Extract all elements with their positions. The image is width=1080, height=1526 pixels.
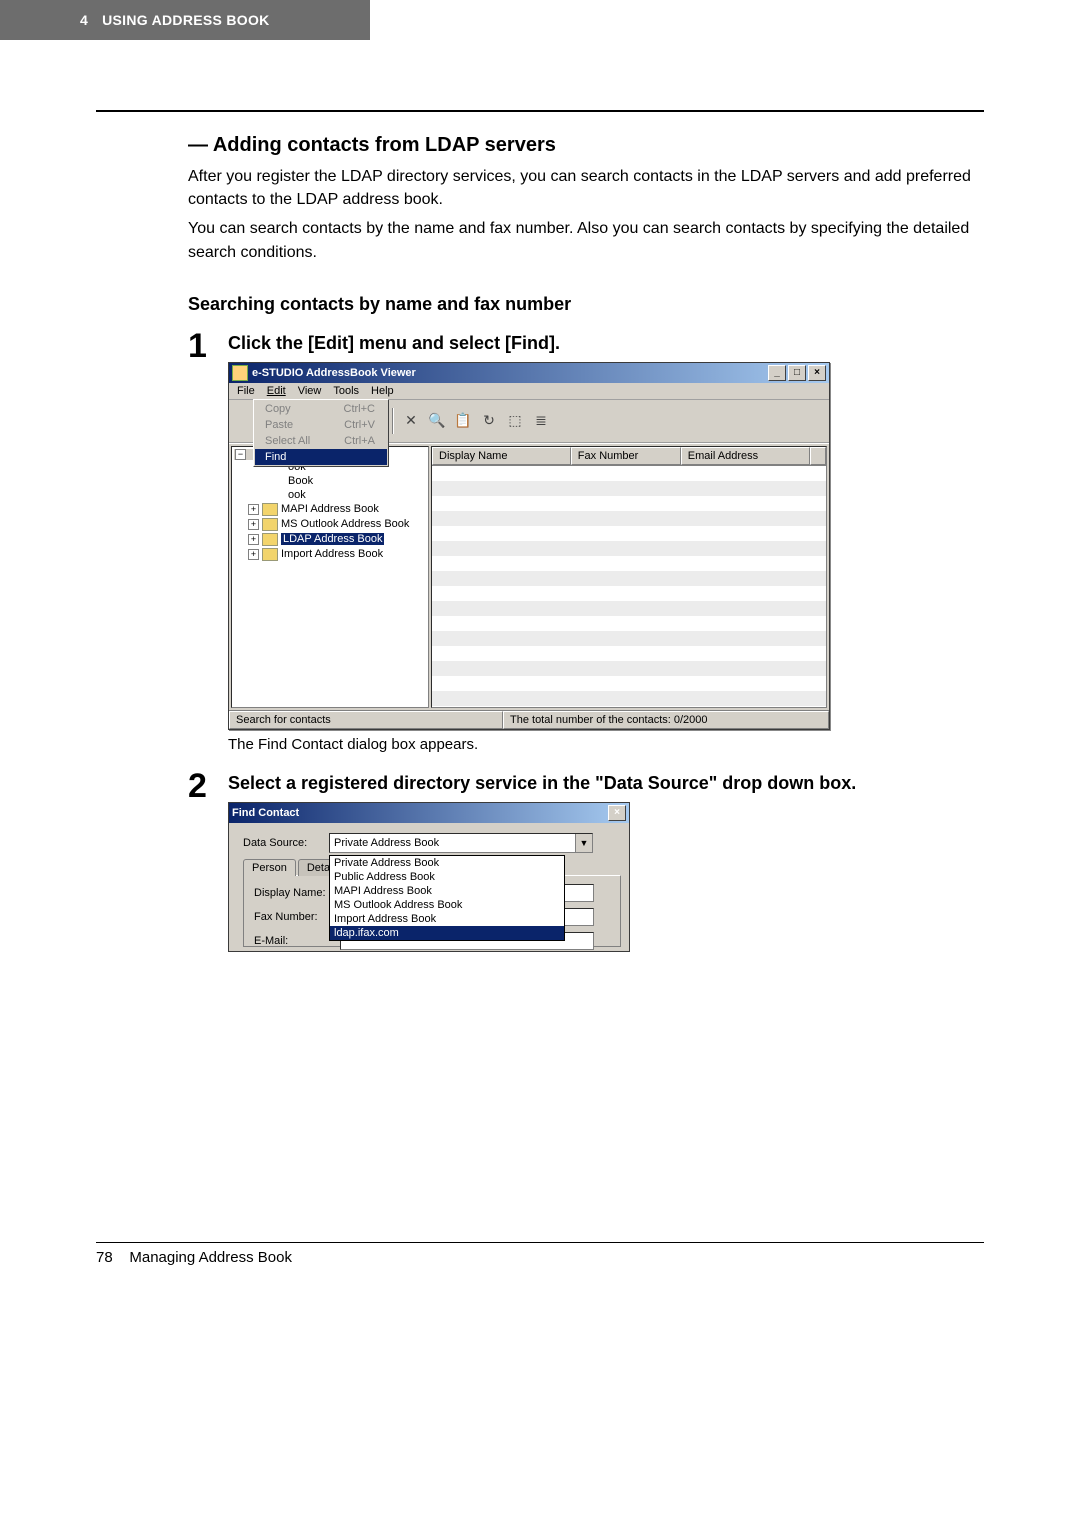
display-name-label: Display Name:	[254, 887, 340, 899]
addressbook-viewer-window: e-STUDIO AddressBook Viewer _ □ × File E…	[228, 362, 830, 730]
page-footer: 78 Managing Address Book	[0, 1249, 1080, 1296]
toolbar-sep	[392, 408, 393, 434]
tree-residual-2: Book	[248, 474, 426, 488]
menu-view[interactable]: View	[298, 385, 322, 397]
email-label: E-Mail:	[254, 935, 340, 947]
edit-copy[interactable]: CopyCtrl+C	[255, 401, 387, 417]
delete-icon[interactable]: ✕	[400, 410, 422, 432]
refresh-icon[interactable]: ↻	[478, 410, 500, 432]
find-contact-dialog: Find Contact × Data Source: Private Addr…	[228, 802, 630, 952]
address-books-tree[interactable]: − ook Book ook +MAPI Address Book +MS Ou…	[231, 446, 429, 708]
dialog-close-button[interactable]: ×	[608, 805, 626, 821]
dd-import[interactable]: Import Address Book	[330, 912, 564, 926]
collapse-icon[interactable]: ⬚	[504, 410, 526, 432]
data-source-combo[interactable]: Private Address Book ▼	[329, 833, 593, 853]
chapter-title: USING ADDRESS BOOK	[102, 12, 269, 28]
subsection-title: Searching contacts by name and fax numbe…	[188, 294, 984, 315]
menu-edit[interactable]: Edit	[267, 385, 286, 397]
find-icon[interactable]: 🔍	[426, 410, 448, 432]
step-1: 1 Click the [Edit] menu and select [Find…	[188, 329, 984, 763]
list-header: Display Name Fax Number Email Address	[432, 447, 826, 466]
dd-ldap[interactable]: ldap.ifax.com	[330, 926, 564, 940]
step-2-title: Select a registered directory service in…	[228, 773, 984, 794]
properties-icon[interactable]: 📋	[452, 410, 474, 432]
page-number: 78	[96, 1249, 113, 1266]
menu-tools[interactable]: Tools	[333, 385, 359, 397]
section-title: — Adding contacts from LDAP servers	[188, 134, 984, 157]
top-rule	[96, 110, 984, 112]
list-rows	[432, 466, 826, 707]
edit-dropdown: CopyCtrl+C PasteCtrl+V Select AllCtrl+A …	[253, 399, 389, 467]
book-icon	[262, 518, 278, 531]
contacts-list: Display Name Fax Number Email Address	[431, 446, 827, 708]
tree-item-import[interactable]: +Import Address Book	[248, 547, 426, 562]
step-2: 2 Select a registered directory service …	[188, 769, 984, 952]
app-icon	[232, 365, 248, 381]
edit-find[interactable]: Find	[255, 449, 387, 465]
data-source-label: Data Source:	[243, 837, 329, 849]
book-icon	[262, 548, 278, 561]
win1-titlebar: e-STUDIO AddressBook Viewer _ □ ×	[229, 363, 829, 383]
section-para-1: After you register the LDAP directory se…	[188, 165, 984, 211]
minimize-button[interactable]: _	[768, 365, 786, 381]
col-display-name[interactable]: Display Name	[432, 447, 571, 465]
dd-public[interactable]: Public Address Book	[330, 870, 564, 884]
dd-outlook[interactable]: MS Outlook Address Book	[330, 898, 564, 912]
book-icon	[262, 533, 278, 546]
tab-person[interactable]: Person	[243, 859, 296, 876]
col-email-address[interactable]: Email Address	[681, 447, 810, 465]
win1-title: e-STUDIO AddressBook Viewer	[252, 367, 416, 379]
dd-mapi[interactable]: MAPI Address Book	[330, 884, 564, 898]
footer-label: Managing Address Book	[129, 1249, 292, 1266]
data-source-value: Private Address Book	[330, 837, 439, 849]
close-button[interactable]: ×	[808, 365, 826, 381]
menubar: File Edit View Tools Help	[229, 383, 829, 400]
chevron-down-icon[interactable]: ▼	[575, 834, 592, 852]
step-2-number: 2	[188, 769, 228, 803]
step-1-number: 1	[188, 329, 228, 363]
tree-item-outlook[interactable]: +MS Outlook Address Book	[248, 517, 426, 532]
step-1-caption: The Find Contact dialog box appears.	[228, 736, 984, 753]
chapter-number: 4	[80, 12, 88, 28]
col-spacer	[810, 447, 826, 465]
list-icon[interactable]: ≣	[530, 410, 552, 432]
win2-titlebar: Find Contact ×	[229, 803, 629, 823]
status-left: Search for contacts	[229, 711, 503, 729]
tree-residual-3: ook	[248, 488, 426, 502]
section-para-2: You can search contacts by the name and …	[188, 217, 984, 263]
status-right: The total number of the contacts: 0/2000	[503, 711, 829, 729]
win2-title: Find Contact	[232, 807, 299, 819]
maximize-button[interactable]: □	[788, 365, 806, 381]
edit-select-all[interactable]: Select AllCtrl+A	[255, 433, 387, 449]
chapter-header: 4 USING ADDRESS BOOK	[0, 0, 370, 40]
menu-help[interactable]: Help	[371, 385, 394, 397]
toolbar: CopyCtrl+C PasteCtrl+V Select AllCtrl+A …	[229, 400, 829, 443]
edit-paste[interactable]: PasteCtrl+V	[255, 417, 387, 433]
dd-private[interactable]: Private Address Book	[330, 856, 564, 870]
footer-rule	[96, 1242, 984, 1243]
menu-file[interactable]: File	[237, 385, 255, 397]
data-source-dropdown[interactable]: Private Address Book Public Address Book…	[329, 855, 565, 941]
step-1-title: Click the [Edit] menu and select [Find].	[228, 333, 984, 354]
tree-collapse-icon[interactable]: −	[235, 449, 246, 460]
book-icon	[262, 503, 278, 516]
statusbar: Search for contacts The total number of …	[229, 710, 829, 729]
tree-item-ldap[interactable]: +LDAP Address Book	[248, 532, 426, 547]
fax-number-label: Fax Number:	[254, 911, 340, 923]
col-fax-number[interactable]: Fax Number	[571, 447, 681, 465]
tree-item-mapi[interactable]: +MAPI Address Book	[248, 502, 426, 517]
